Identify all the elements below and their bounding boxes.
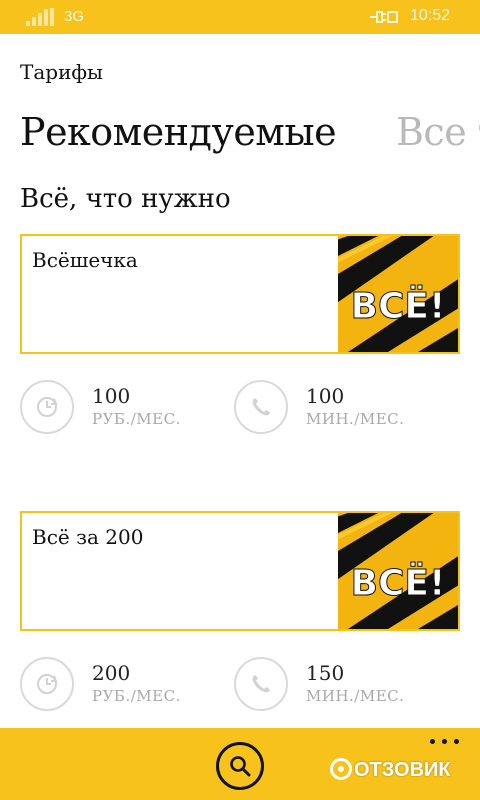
clock-refresh-icon — [20, 380, 74, 434]
price-unit: РУБ./МЕС. — [92, 410, 181, 428]
price-value: 100 — [92, 384, 131, 408]
more-dots-icon[interactable] — [428, 736, 462, 746]
tariff-card-vseshechka[interactable]: Всёшечка ВСЁ! — [20, 234, 460, 354]
banner-text: ВСЁ! — [351, 562, 446, 604]
minutes-value: 100 — [306, 384, 345, 408]
status-bar: 3G 10:52 — [0, 0, 480, 34]
watermark-logo: ОТЗОВИК — [330, 758, 451, 788]
clock-refresh-icon — [20, 657, 74, 711]
tariff-name: Всёшечка — [32, 248, 138, 272]
network-type: 3G — [64, 8, 85, 25]
pivot-tab-recommended[interactable]: Рекомендуемые — [20, 110, 337, 154]
tariff-banner-image: ВСЁ! — [338, 513, 458, 629]
search-button[interactable] — [216, 742, 264, 790]
price-unit: РУБ./МЕС. — [92, 687, 181, 705]
price-value: 200 — [92, 661, 131, 685]
pivot-header: Рекомендуемые Все т — [20, 110, 480, 166]
tariff-card-vse-za-200[interactable]: Всё за 200 ВСЁ! — [20, 511, 460, 631]
tariff-minutes: 150 МИН./МЕС. — [234, 657, 444, 717]
tariff-minutes: 100 МИН./МЕС. — [234, 380, 444, 440]
minutes-unit: МИН./МЕС. — [306, 410, 405, 428]
app-bar: ОТЗОВИК — [0, 728, 480, 800]
clock: 10:52 — [410, 7, 451, 24]
tariff-price: 100 РУБ./МЕС. — [20, 380, 230, 440]
minutes-value: 150 — [306, 661, 345, 685]
battery-charging-icon — [370, 9, 398, 25]
section-title: Всё, что нужно — [20, 184, 231, 214]
phone-icon — [234, 657, 288, 711]
phone-icon — [234, 380, 288, 434]
search-icon — [230, 756, 251, 777]
minutes-unit: МИН./МЕС. — [306, 687, 405, 705]
banner-text: ВСЁ! — [351, 285, 446, 327]
tariff-name: Всё за 200 — [32, 525, 144, 549]
pivot-tab-all[interactable]: Все т — [396, 110, 480, 154]
signal-strength-icon — [26, 8, 54, 26]
tariff-price: 200 РУБ./МЕС. — [20, 657, 230, 717]
tariff-banner-image: ВСЁ! — [338, 236, 458, 352]
app-title: Тарифы — [20, 60, 103, 84]
